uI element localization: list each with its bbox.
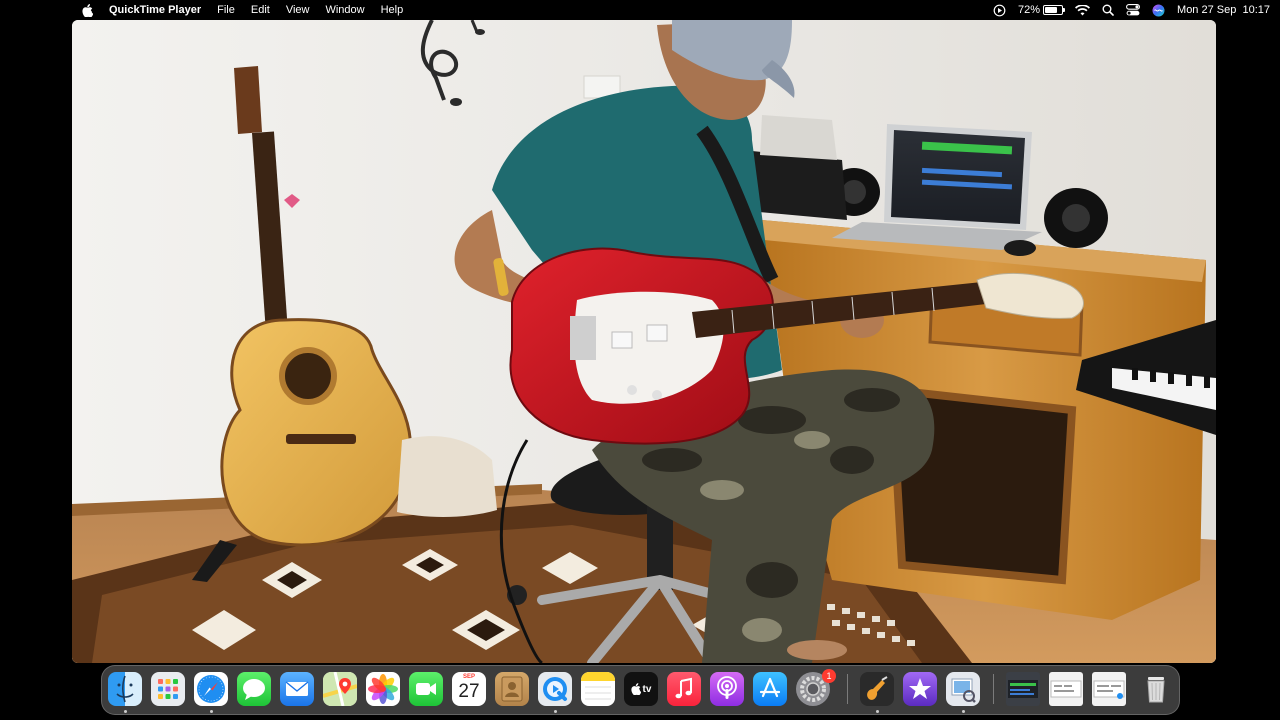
maps-icon[interactable] bbox=[323, 672, 357, 706]
menu-clock[interactable]: Mon 27 Sep 10:17 bbox=[1171, 0, 1280, 20]
dock: SEP 27 tv 1 bbox=[101, 665, 1180, 715]
app-name-menu[interactable]: QuickTime Player bbox=[101, 0, 209, 20]
video-player-window[interactable] bbox=[72, 20, 1216, 663]
preview-icon[interactable] bbox=[946, 672, 980, 706]
photos-icon[interactable] bbox=[366, 672, 400, 706]
running-indicator bbox=[876, 710, 879, 713]
siri-icon[interactable] bbox=[1146, 0, 1171, 20]
file-menu[interactable]: File bbox=[209, 0, 243, 20]
finder-icon[interactable] bbox=[108, 672, 142, 706]
apple-tv-label: tv bbox=[642, 683, 652, 695]
view-menu[interactable]: View bbox=[278, 0, 318, 20]
dock-separator bbox=[847, 674, 848, 704]
notification-badge: 1 bbox=[822, 669, 836, 683]
dock-separator bbox=[993, 674, 994, 704]
minimized-window-thumbnail[interactable] bbox=[1049, 672, 1083, 706]
apple-menu-icon[interactable] bbox=[73, 0, 101, 20]
running-indicator bbox=[124, 710, 127, 713]
minimized-window-thumbnail[interactable] bbox=[1092, 672, 1126, 706]
calendar-month: SEP bbox=[462, 674, 475, 680]
garageband-icon[interactable] bbox=[860, 672, 894, 706]
battery-percent: 72% bbox=[1018, 4, 1041, 16]
help-menu[interactable]: Help bbox=[373, 0, 412, 20]
launchpad-icon[interactable] bbox=[151, 672, 185, 706]
quicktime-icon[interactable] bbox=[538, 672, 572, 706]
running-indicator bbox=[554, 710, 557, 713]
safari-icon[interactable] bbox=[194, 672, 228, 706]
imovie-icon[interactable] bbox=[903, 672, 937, 706]
running-indicator bbox=[962, 710, 965, 713]
music-icon[interactable] bbox=[667, 672, 701, 706]
wifi-icon[interactable] bbox=[1069, 0, 1096, 20]
podcasts-icon[interactable] bbox=[710, 672, 744, 706]
app-store-icon[interactable] bbox=[753, 672, 787, 706]
battery-icon bbox=[1043, 5, 1066, 15]
facetime-icon[interactable] bbox=[409, 672, 443, 706]
trash-icon[interactable] bbox=[1139, 672, 1173, 706]
running-indicator bbox=[210, 710, 213, 713]
mail-icon[interactable] bbox=[280, 672, 314, 706]
messages-icon[interactable] bbox=[237, 672, 271, 706]
minimized-window-thumbnail[interactable] bbox=[1006, 672, 1040, 706]
edit-menu[interactable]: Edit bbox=[243, 0, 278, 20]
notes-icon[interactable] bbox=[581, 672, 615, 706]
video-frame bbox=[72, 20, 1216, 663]
calendar-day: 27 bbox=[458, 681, 480, 702]
spotlight-search-icon[interactable] bbox=[1096, 0, 1120, 20]
calendar-icon[interactable]: SEP 27 bbox=[452, 672, 486, 706]
apple-tv-icon[interactable]: tv bbox=[624, 672, 658, 706]
battery-status[interactable]: 72% bbox=[1012, 0, 1069, 20]
menu-bar: QuickTime Player File Edit View Window H… bbox=[0, 0, 1280, 20]
control-center-icon[interactable] bbox=[1120, 0, 1146, 20]
screen-recording-icon[interactable] bbox=[987, 0, 1012, 20]
window-menu[interactable]: Window bbox=[317, 0, 372, 20]
contacts-icon[interactable] bbox=[495, 672, 529, 706]
